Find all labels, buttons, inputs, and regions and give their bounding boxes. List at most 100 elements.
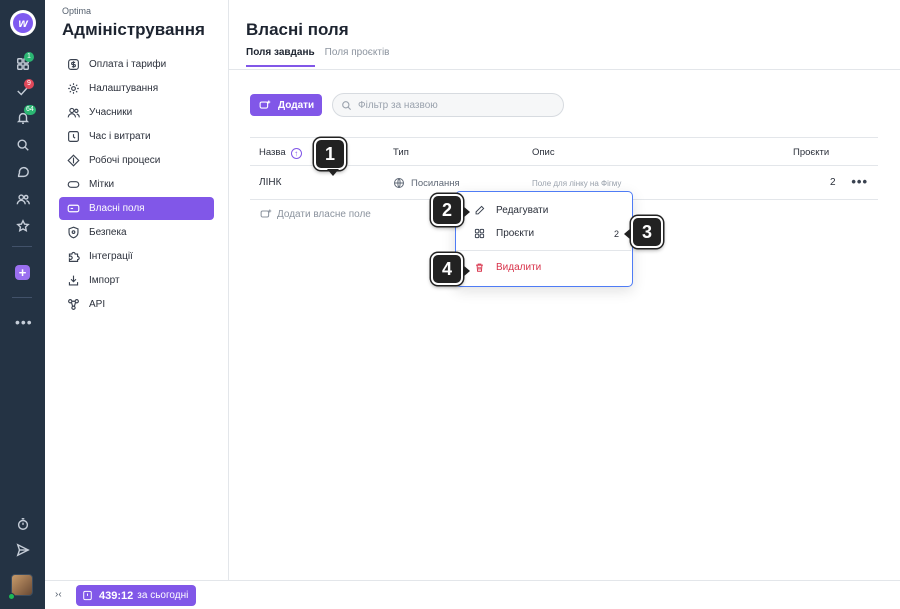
- shield-icon: [68, 226, 79, 239]
- page-title: Власні поля: [246, 20, 349, 39]
- search-icon[interactable]: [14, 136, 32, 154]
- sidebar-item-label: Імпорт: [89, 275, 120, 286]
- app-rail: w 1 9 64 + •••: [0, 0, 45, 609]
- row-context-menu: Редагувати Проєкти 2 Видалити: [455, 191, 633, 287]
- column-description: Опис: [532, 147, 555, 158]
- collapse-sidebar-icon[interactable]: ›‹: [55, 589, 62, 600]
- row-more-button[interactable]: •••: [851, 174, 868, 189]
- clock-icon: [68, 131, 79, 142]
- workflow-icon: [67, 154, 80, 167]
- sidebar-item-settings[interactable]: Налаштування: [59, 77, 214, 100]
- sidebar-item-api[interactable]: API: [59, 293, 214, 316]
- custom-field-icon: [67, 204, 80, 213]
- rail-divider: [12, 246, 32, 247]
- callout-3: 3: [624, 216, 663, 248]
- users-icon: [67, 107, 80, 118]
- menu-item-delete-label: Видалити: [496, 262, 542, 273]
- menu-item-edit-label: Редагувати: [496, 205, 549, 216]
- menu-item-delete[interactable]: Видалити: [474, 262, 619, 273]
- timer-value: 439:12: [99, 589, 134, 602]
- pencil-icon: [475, 205, 485, 215]
- sidebar-item-time[interactable]: Час і витрати: [59, 125, 214, 148]
- menu-item-projects[interactable]: Проєкти 2: [474, 228, 619, 239]
- trash-icon: [476, 263, 483, 272]
- sidebar-item-label: Робочі процеси: [89, 155, 161, 166]
- field-projects-count: 2: [830, 177, 836, 188]
- sidebar-item-custom-fields[interactable]: Власні поля: [59, 197, 214, 220]
- team-icon[interactable]: [14, 190, 32, 208]
- chat-icon[interactable]: [14, 163, 32, 181]
- add-custom-field-link[interactable]: Додати власне поле: [260, 208, 371, 220]
- grid-icon: [474, 228, 485, 239]
- app-logo[interactable]: w: [10, 10, 36, 36]
- dollar-icon: [68, 59, 79, 70]
- field-type: Посилання: [393, 177, 460, 189]
- globe-icon: [394, 178, 404, 188]
- tabs-divider: [229, 69, 900, 70]
- callout-1: 1: [314, 138, 346, 176]
- field-type-label: Посилання: [411, 177, 460, 189]
- sidebar-item-label: Налаштування: [89, 83, 159, 94]
- send-icon[interactable]: [14, 541, 32, 559]
- menu-item-projects-label: Проєкти: [496, 228, 535, 239]
- sidebar-item-label: Час і витрати: [89, 131, 151, 142]
- search-icon: [342, 100, 352, 110]
- column-projects: Проєкти: [793, 147, 830, 158]
- tag-icon: [67, 181, 80, 188]
- timer-suffix: за сьогодні: [137, 590, 189, 601]
- gear-icon: [68, 83, 79, 94]
- puzzle-icon: [68, 251, 80, 262]
- notifications-badge: 64: [24, 105, 36, 115]
- sidebar-item-members[interactable]: Учасники: [59, 101, 214, 124]
- sidebar-item-import[interactable]: Імпорт: [59, 269, 214, 292]
- rail-divider: [12, 297, 32, 298]
- field-description: Поле для лінку на Фігму: [532, 179, 622, 188]
- sidebar-item-tags[interactable]: Мітки: [59, 173, 214, 196]
- column-name-label: Назва: [259, 147, 286, 158]
- menu-item-projects-count: 2: [613, 228, 619, 239]
- sidebar-item-integrations[interactable]: Інтеграції: [59, 245, 214, 268]
- sort-asc-icon[interactable]: ↑: [290, 148, 302, 159]
- add-custom-field-label: Додати власне поле: [277, 208, 371, 220]
- online-status-dot: [8, 593, 15, 600]
- star-icon[interactable]: [14, 217, 32, 235]
- tab-project-fields[interactable]: Поля проєктів: [325, 47, 390, 67]
- admin-nav: Оплата і тарифи Налаштування Учасники Ча…: [59, 53, 214, 317]
- org-name: Optima: [62, 6, 92, 16]
- column-name[interactable]: Назва ↑: [259, 147, 302, 159]
- create-button[interactable]: +: [15, 265, 30, 280]
- import-icon: [68, 275, 79, 286]
- footer-bar: ›‹ 439:12 за сьогодні: [45, 580, 900, 609]
- add-field-icon: [260, 209, 272, 218]
- api-icon: [68, 299, 79, 310]
- field-name: ЛІНК: [259, 177, 282, 188]
- menu-item-edit[interactable]: Редагувати: [474, 205, 619, 216]
- sidebar-item-security[interactable]: Безпека: [59, 221, 214, 244]
- tab-task-fields[interactable]: Поля завдань: [246, 47, 315, 67]
- sidebar-item-label: Власні поля: [89, 203, 145, 214]
- sidebar-item-workflows[interactable]: Робочі процеси: [59, 149, 214, 172]
- sidebar-item-billing[interactable]: Оплата і тарифи: [59, 53, 214, 76]
- menu-divider: [456, 250, 631, 251]
- sidebar-item-label: Мітки: [89, 179, 115, 190]
- add-button[interactable]: Додати: [250, 94, 322, 116]
- sidebar-item-label: API: [89, 299, 106, 310]
- avatar[interactable]: [11, 574, 33, 596]
- apps-badge: 1: [24, 52, 34, 62]
- tasks-badge: 9: [24, 79, 34, 89]
- logo-icon: w: [13, 13, 33, 33]
- filter-input[interactable]: [358, 99, 548, 111]
- sidebar-item-label: Безпека: [89, 227, 127, 238]
- sidebar-title: Адміністрування: [62, 20, 205, 39]
- filter-field[interactable]: [332, 93, 564, 117]
- more-icon[interactable]: •••: [15, 314, 33, 330]
- admin-sidebar: Optima Адміністрування Оплата і тарифи Н…: [45, 0, 229, 580]
- timer-button[interactable]: 439:12 за сьогодні: [76, 585, 197, 606]
- sidebar-item-label: Оплата і тарифи: [89, 59, 167, 70]
- tab-bar: Поля завдань Поля проєктів: [246, 47, 399, 67]
- timer-icon[interactable]: [14, 515, 32, 533]
- main-content: Власні поля Поля завдань Поля проєктів Д…: [229, 0, 900, 580]
- add-button-label: Додати: [278, 99, 315, 111]
- column-type: Тип: [393, 147, 409, 158]
- callout-4: 4: [431, 253, 470, 285]
